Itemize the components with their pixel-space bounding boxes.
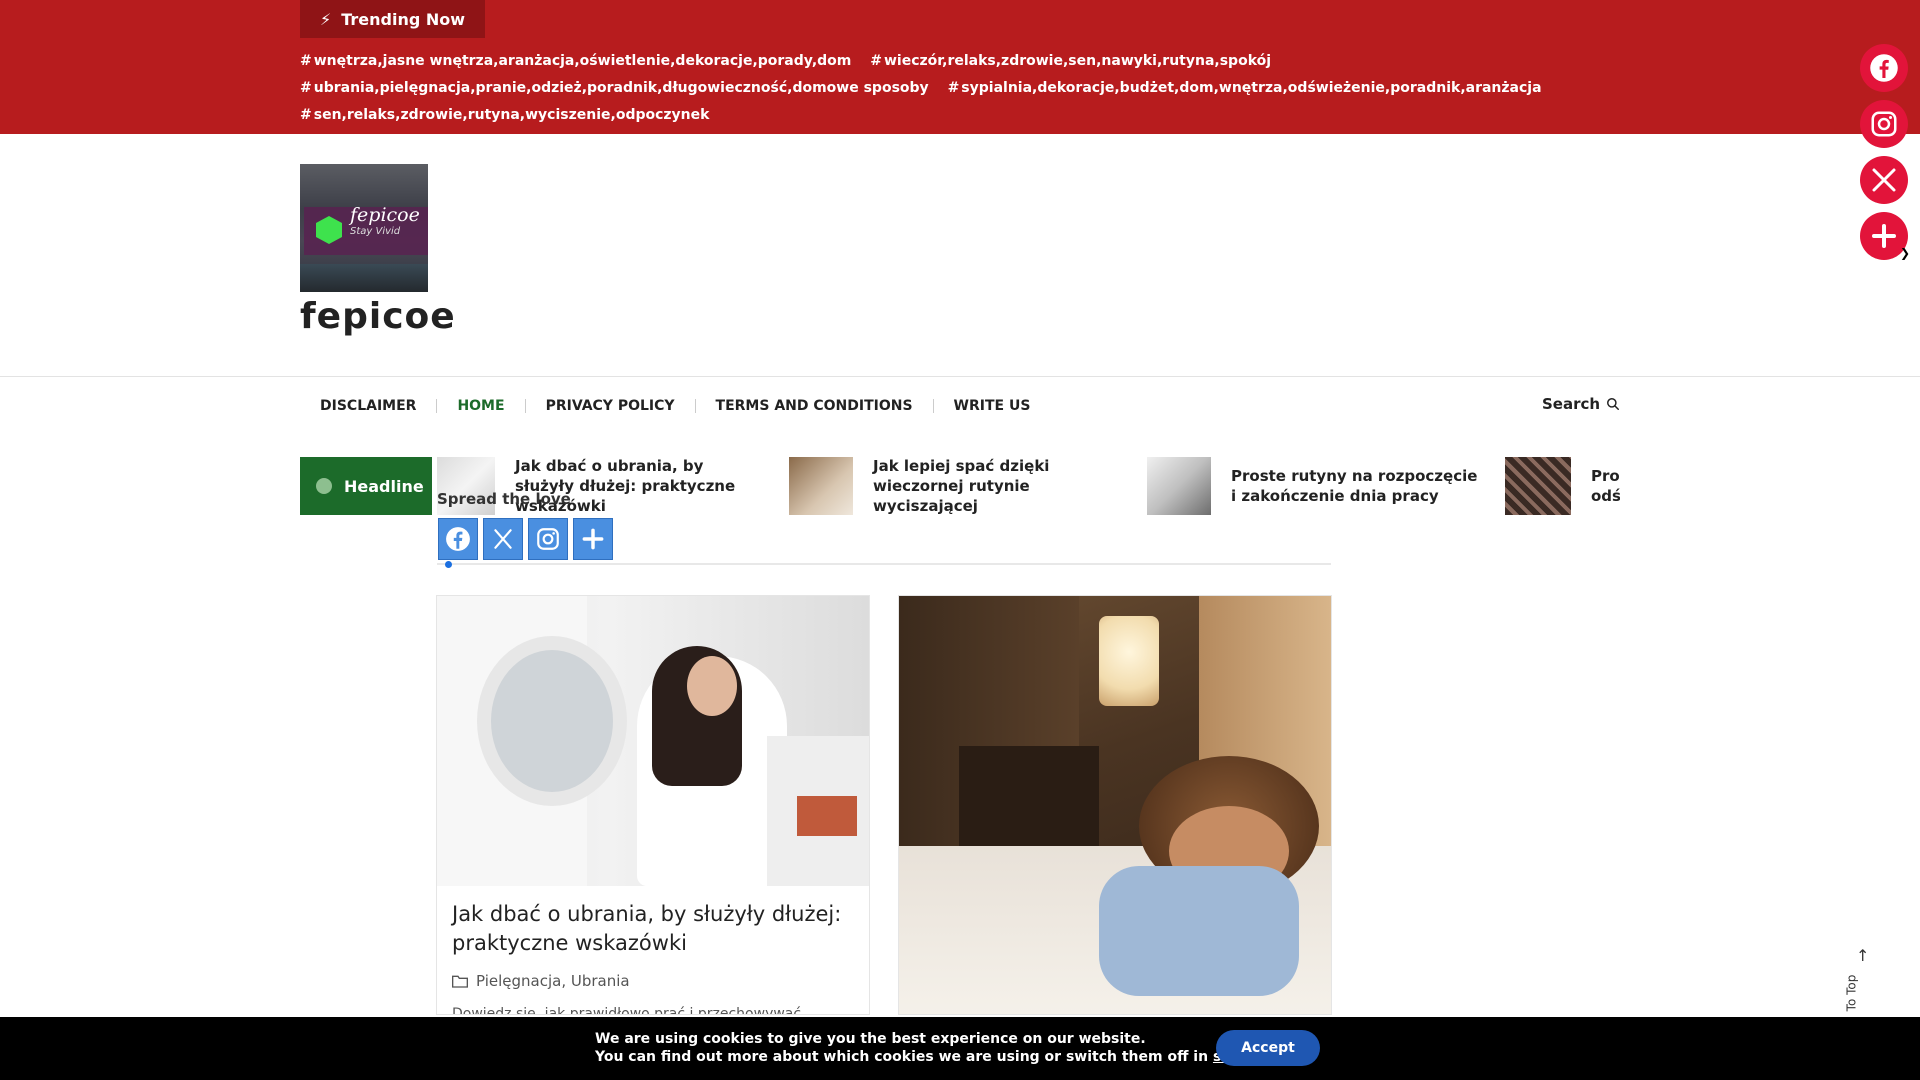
share-divider (437, 563, 1331, 565)
ticker-item[interactable]: Proste rutyny na rozpoczęcie i zakończen… (1147, 457, 1481, 515)
x-icon[interactable] (1860, 156, 1908, 204)
ticker-thumbnail (1147, 457, 1211, 515)
site-logo[interactable]: fepicoe Stay Vivid (300, 164, 428, 292)
hide-social-icon[interactable]: ❯ (1900, 246, 1910, 260)
trending-tag[interactable]: # sen,relaks,zdrowie,rutyna,wyciszenie,od… (300, 107, 709, 123)
search-label: Search (1542, 395, 1601, 413)
trending-tags: # wnętrza,jasne wnętrza,aranżacja,oświetl… (300, 48, 1630, 129)
trending-tag[interactable]: # ubrania,pielęgnacja,pranie,odzież,porad… (300, 80, 929, 96)
hash-icon: # (300, 80, 312, 96)
ticker-thumbnail (789, 457, 853, 515)
facebook-icon (446, 527, 470, 551)
ticker-title[interactable]: Jak lepiej spać dzięki wieczornej rutyni… (873, 457, 1123, 515)
post-card: Jak dbać o ubrania, by służyły dłużej: p… (436, 595, 870, 1015)
cookie-notice: We are using cookies to give you the bes… (0, 1017, 1920, 1080)
hash-icon: # (300, 53, 312, 69)
folder-icon (452, 975, 468, 988)
page: ⚡ Trending Now # wnętrza,jasne wnętrza,ar… (0, 0, 1920, 1080)
post-card (898, 595, 1332, 1015)
ticker-title[interactable]: Proste sposoby na odświeżenie sypialni w… (1591, 466, 1620, 506)
nav-item-write-us[interactable]: WRITE US (932, 399, 1051, 413)
plus-icon (582, 528, 604, 550)
instagram-icon[interactable] (1860, 100, 1908, 148)
logo-background (300, 264, 428, 292)
instagram-icon (537, 528, 559, 550)
share-more-button[interactable] (573, 518, 613, 560)
hash-icon: # (870, 53, 882, 69)
share-buttons (438, 518, 613, 560)
ticker-item[interactable]: Proste sposoby na odświeżenie sypialni w… (1505, 457, 1620, 515)
post-categories: Pielęgnacja, Ubrania (452, 972, 630, 990)
share-instagram-button[interactable] (528, 518, 568, 560)
hash-icon: # (947, 80, 960, 96)
cookie-accept-button[interactable]: Accept (1216, 1030, 1320, 1066)
share-x-button[interactable] (483, 518, 523, 560)
trending-tag[interactable]: # wnętrza,jasne wnętrza,aranżacja,oświetl… (300, 53, 851, 69)
hash-icon: # (300, 107, 312, 123)
logo-tagline: Stay Vivid (350, 226, 401, 237)
post-title[interactable]: Jak dbać o ubrania, by służyły dłużej: p… (452, 900, 852, 958)
ticker-title[interactable]: Proste rutyny na rozpoczęcie i zakończen… (1231, 466, 1481, 506)
post-image-laundry[interactable] (437, 596, 869, 886)
trending-now-label: ⚡ Trending Now (300, 0, 486, 38)
headline-label: Headline (300, 457, 432, 515)
carousel-dot[interactable] (445, 561, 452, 568)
nav-item-privacy-policy[interactable]: PRIVACY POLICY (524, 399, 695, 413)
to-top-label: To Top (1844, 974, 1859, 1012)
ticker-item[interactable]: Jak lepiej spać dzięki wieczornej rutyni… (789, 457, 1123, 515)
nav-divider (0, 376, 1920, 377)
nav-item-disclaimer[interactable]: DISCLAIMER (300, 399, 436, 413)
ticker-thumbnail (1505, 457, 1571, 515)
to-top-button[interactable]: ↑ To Top (1844, 946, 1873, 1016)
facebook-icon[interactable] (1860, 44, 1908, 92)
share-facebook-button[interactable] (438, 518, 478, 560)
headline-ticker: Jak dbać o ubrania, by służyły dłużej: p… (437, 457, 1620, 515)
bolt-icon: ⚡ (320, 9, 332, 29)
trending-tag[interactable]: # wieczór,relaks,zdrowie,sen,nawyki,rutyn… (870, 53, 1271, 69)
site-title[interactable]: fepicoe (300, 296, 456, 337)
search-button[interactable]: Search (1542, 395, 1620, 413)
cookie-line-1: We are using cookies to give you the bes… (595, 1031, 1146, 1047)
nav-item-home[interactable]: HOME (436, 399, 524, 413)
pulse-dot-icon (316, 478, 332, 494)
main-nav: DISCLAIMER HOME PRIVACY POLICY TERMS AND… (300, 396, 1050, 416)
x-icon (494, 529, 512, 549)
cookie-line-2: You can find out more about which cookie… (595, 1048, 1283, 1066)
floating-social-bar (1860, 44, 1908, 260)
post-category-links[interactable]: Pielęgnacja, Ubrania (476, 972, 630, 990)
headline-text: Headline (344, 476, 424, 496)
nav-item-terms[interactable]: TERMS AND CONDITIONS (694, 399, 933, 413)
post-excerpt: Dowiedz się, jak prawidłowo prać i przec… (452, 1006, 802, 1015)
trending-bar: ⚡ Trending Now # wnętrza,jasne wnętrza,ar… (0, 0, 1920, 134)
post-image-bedroom[interactable] (899, 596, 1331, 1014)
trending-now-text: Trending Now (341, 9, 466, 29)
cookie-message: We are using cookies to give you the bes… (595, 1030, 1283, 1066)
logo-name: fepicoe (350, 204, 420, 226)
trending-tag[interactable]: # sypialnia,dekoracje,budżet,dom,wnętrza,… (948, 80, 1542, 96)
search-icon (1607, 398, 1620, 410)
share-heading: Spread the love (437, 490, 571, 508)
arrow-up-icon: ↑ (1856, 946, 1870, 965)
